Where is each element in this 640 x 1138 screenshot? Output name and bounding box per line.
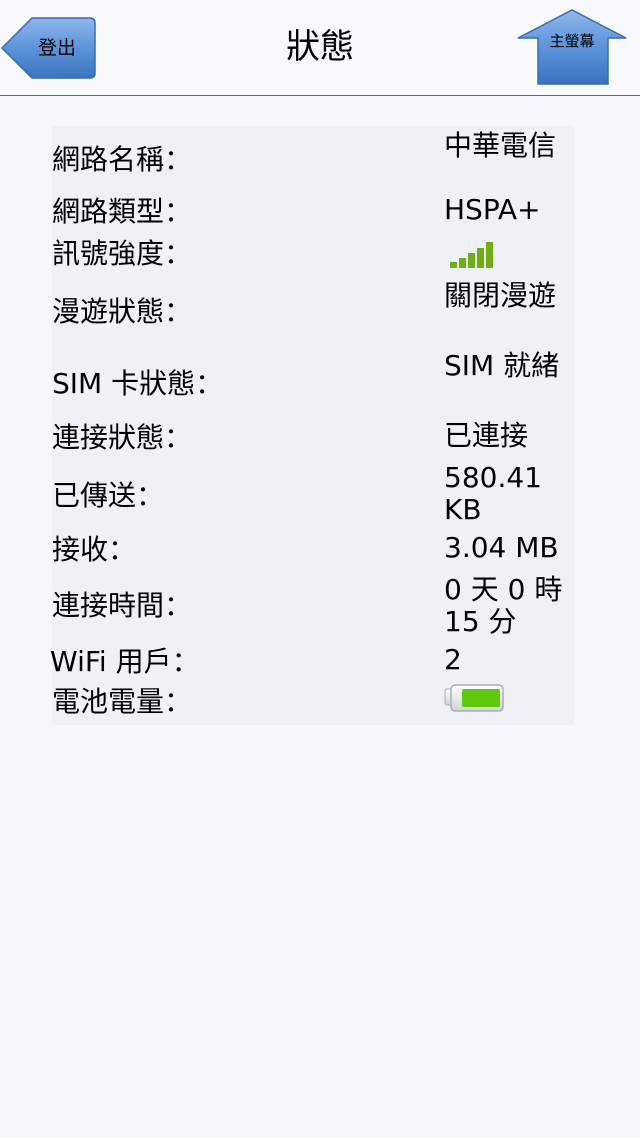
network-type-value: HSPA+: [444, 193, 541, 226]
signal-bars-icon: [450, 242, 493, 268]
received-label: 接收：: [52, 533, 137, 566]
battery-icon: [444, 684, 504, 712]
connection-time-value: 0 天 0 時 15 分: [444, 573, 563, 638]
sent-label: 已傳送：: [52, 479, 165, 512]
network-name-value: 中華電信: [444, 129, 557, 162]
received-value: 3.04 MB: [444, 531, 559, 564]
home-button[interactable]: 主螢幕: [516, 8, 628, 86]
signal-strength-label: 訊號強度：: [52, 237, 193, 270]
connection-status-value: 已連接: [444, 419, 529, 452]
connection-time-label: 連接時間：: [52, 589, 193, 622]
wifi-users-label: WiFi 用戶：: [50, 645, 200, 678]
roaming-value: 關閉漫遊: [444, 279, 557, 312]
home-label: 主螢幕: [549, 32, 595, 50]
network-type-label: 網路類型：: [52, 195, 193, 228]
sim-status-value: SIM 就緒: [444, 349, 560, 382]
wifi-users-value: 2: [444, 643, 462, 676]
connection-status-label: 連接狀態：: [52, 421, 193, 454]
roaming-label: 漫遊狀態：: [52, 295, 193, 328]
network-name-label: 網路名稱：: [52, 143, 193, 176]
battery-label: 電池電量：: [52, 685, 193, 718]
status-panel: 網路名稱： 中華電信 網路類型： HSPA+ 訊號強度： 漫遊狀態： 關閉漫遊 …: [50, 126, 574, 725]
header-bar: 登出 狀態 主螢幕: [0, 0, 640, 96]
sent-value: 580.41 KB: [444, 461, 542, 526]
sim-status-label: SIM 卡狀態：: [52, 367, 224, 400]
